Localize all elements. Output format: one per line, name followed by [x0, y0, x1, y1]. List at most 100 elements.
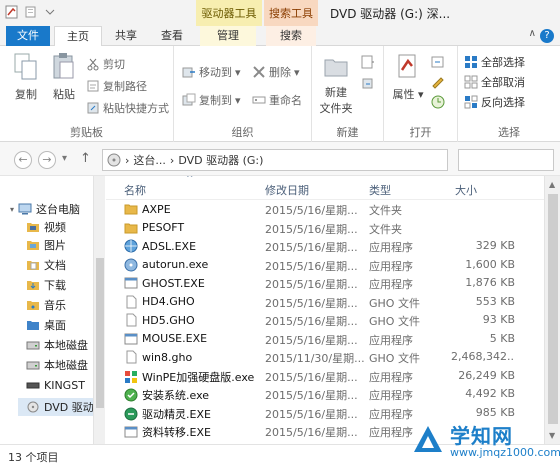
- address-segment-pc[interactable]: 这台...: [133, 152, 166, 168]
- new-folder-qat-icon[interactable]: [23, 4, 39, 20]
- file-name: GHOST.EXE: [142, 276, 205, 290]
- move-to-dropdown-icon: ▾: [235, 65, 241, 79]
- watermark-url: www.jmqz1000.com: [450, 446, 560, 459]
- column-header-size[interactable]: 大小: [455, 182, 477, 198]
- hard-drive-icon: [26, 361, 40, 370]
- organize-group: 移动到 ▾ 复制到 ▾ 删除 ▾ 重命名 组织: [174, 46, 312, 142]
- recent-locations-dropdown[interactable]: ▾: [62, 153, 67, 164]
- file-row[interactable]: 安装系统.exe 2015/5/16/星期... 应用程序 4,492 KB: [106, 385, 544, 403]
- tab-share[interactable]: 共享: [104, 26, 148, 46]
- edit-icon[interactable]: [430, 74, 446, 90]
- file-row[interactable]: HD5.GHO 2015/5/16/星期... GHO 文件 93 KB: [106, 311, 544, 329]
- nav-item-pictures[interactable]: 图片: [26, 236, 66, 254]
- copy-path-button[interactable]: 复制路径: [86, 78, 147, 94]
- cut-button[interactable]: 剪切: [86, 56, 125, 72]
- nav-item-videos[interactable]: 视频: [26, 218, 66, 236]
- up-button[interactable]: ↑: [80, 151, 91, 166]
- open-icon[interactable]: [430, 54, 446, 70]
- address-bar[interactable]: › 这台... › DVD 驱动器 (G:): [102, 149, 448, 171]
- paste-button[interactable]: 粘贴: [46, 52, 82, 102]
- nav-item-this-pc[interactable]: ▾ 这台电脑: [10, 200, 80, 218]
- column-header-date[interactable]: 修改日期: [265, 182, 309, 198]
- nav-label-videos: 视频: [44, 221, 66, 234]
- nav-label-local-disk-1: 本地磁盘: [44, 339, 88, 352]
- file-date: 2015/5/16/星期...: [265, 259, 358, 273]
- nav-item-desktop[interactable]: 桌面: [26, 316, 66, 334]
- new-folder-button[interactable]: 新建 文件夹: [316, 52, 356, 116]
- select-none-button[interactable]: 全部取消: [464, 74, 525, 90]
- file-row[interactable]: WinPE加强硬盘版.exe 2015/5/16/星期... 应用程序 26,249 …: [106, 367, 544, 385]
- tab-search[interactable]: 搜索: [266, 26, 316, 46]
- nav-label-local-disk-2: 本地磁盘: [44, 359, 88, 372]
- file-row[interactable]: GHOST.EXE 2015/5/16/星期... 应用程序 1,876 KB: [106, 274, 544, 292]
- nav-item-downloads[interactable]: 下载: [26, 276, 66, 294]
- file-name: MOUSE.EXE: [142, 332, 208, 345]
- file-row[interactable]: autorun.exe 2015/5/16/星期... 应用程序 1,600 KB: [106, 256, 544, 274]
- file-row[interactable]: AXPE 2015/5/16/星期... 文件夹: [106, 200, 544, 218]
- properties-button[interactable]: 属性 ▾: [388, 52, 428, 102]
- nav-label-downloads: 下载: [44, 279, 66, 292]
- file-size: 329 KB: [475, 239, 515, 252]
- nav-pane-scrollbar[interactable]: [93, 176, 105, 444]
- file-list-scroll-thumb[interactable]: [548, 194, 558, 424]
- pictures-folder-icon: [27, 241, 39, 250]
- scroll-up-icon[interactable]: ▲: [549, 180, 555, 189]
- new-group-label: 新建: [336, 126, 359, 139]
- file-size: 1,876 KB: [465, 276, 515, 289]
- delete-button[interactable]: 删除 ▾: [252, 64, 300, 80]
- search-tools-header: 搜索工具: [264, 0, 318, 26]
- file-row[interactable]: HD4.GHO 2015/5/16/星期... GHO 文件 553 KB: [106, 293, 544, 311]
- file-row[interactable]: win8.gho 2015/11/30/星期... GHO 文件 2,468,342.…: [106, 348, 544, 366]
- tab-home[interactable]: 主页: [54, 26, 102, 47]
- nav-item-local-disk-2[interactable]: 本地磁盘: [26, 356, 88, 374]
- new-item-icon[interactable]: [360, 54, 376, 70]
- nav-item-local-disk-1[interactable]: 本地磁盘: [26, 336, 88, 354]
- paste-label: 粘贴: [53, 88, 75, 101]
- nav-pane-scroll-thumb[interactable]: [96, 258, 104, 408]
- tab-view[interactable]: 查看: [150, 26, 194, 46]
- copy-to-button[interactable]: 复制到 ▾: [182, 92, 241, 108]
- file-type: 应用程序: [369, 389, 413, 402]
- easy-access-icon[interactable]: [360, 76, 376, 92]
- column-header-type[interactable]: 类型: [369, 182, 391, 198]
- help-button[interactable]: ?: [540, 29, 554, 43]
- history-icon[interactable]: [430, 94, 446, 110]
- invert-selection-button[interactable]: 反向选择: [464, 94, 525, 110]
- rename-button[interactable]: 重命名: [252, 92, 302, 108]
- paste-shortcut-button[interactable]: 粘贴快捷方式: [86, 100, 169, 116]
- tab-manage[interactable]: 管理: [200, 26, 256, 46]
- nav-item-documents[interactable]: 文档: [26, 256, 66, 274]
- move-to-button[interactable]: 移动到 ▾: [182, 64, 241, 80]
- file-list-scrollbar[interactable]: ▲ ▼: [544, 176, 560, 444]
- properties-label: 属性: [392, 88, 415, 101]
- ribbon-collapse-icon[interactable]: ∧: [529, 28, 536, 39]
- application-icon: [124, 333, 138, 344]
- file-name-cell: ADSL.EXE: [124, 239, 262, 253]
- qat-dropdown-icon[interactable]: [42, 4, 58, 20]
- file-type: GHO 文件: [369, 296, 420, 310]
- forward-button[interactable]: →: [38, 151, 56, 169]
- file-date: 2015/5/16/星期...: [265, 389, 358, 402]
- invert-selection-label: 反向选择: [481, 96, 525, 109]
- file-row[interactable]: MOUSE.EXE 2015/5/16/星期... 应用程序 5 KB: [106, 330, 544, 348]
- select-all-button[interactable]: 全部选择: [464, 54, 525, 70]
- search-input[interactable]: [458, 149, 554, 171]
- usb-drive-icon: [26, 382, 40, 389]
- column-header-name[interactable]: 名称: [124, 182, 146, 198]
- file-name: HD4.GHO: [142, 295, 195, 308]
- nav-item-kingston[interactable]: KINGST: [26, 376, 85, 394]
- file-row[interactable]: PESOFT 2015/5/16/星期... 文件夹: [106, 219, 544, 237]
- copy-path-icon: [87, 80, 99, 92]
- file-date: 2015/5/16/星期...: [265, 333, 358, 347]
- copy-button[interactable]: 复制: [8, 52, 44, 102]
- file-row[interactable]: ADSL.EXE 2015/5/16/星期... 应用程序 329 KB: [106, 237, 544, 255]
- file-size: 5 KB: [489, 331, 515, 345]
- tab-file[interactable]: 文件: [6, 26, 50, 46]
- properties-qat-icon[interactable]: [4, 4, 20, 20]
- address-segment-drive[interactable]: DVD 驱动器 (G:): [178, 152, 263, 168]
- nav-item-dvd-drive[interactable]: DVD 驱动: [18, 398, 98, 416]
- file-date: 2015/5/16/星期...: [265, 278, 358, 291]
- file-name: PESOFT: [142, 221, 185, 234]
- back-button[interactable]: ←: [14, 151, 32, 169]
- nav-item-music[interactable]: 音乐: [26, 296, 66, 314]
